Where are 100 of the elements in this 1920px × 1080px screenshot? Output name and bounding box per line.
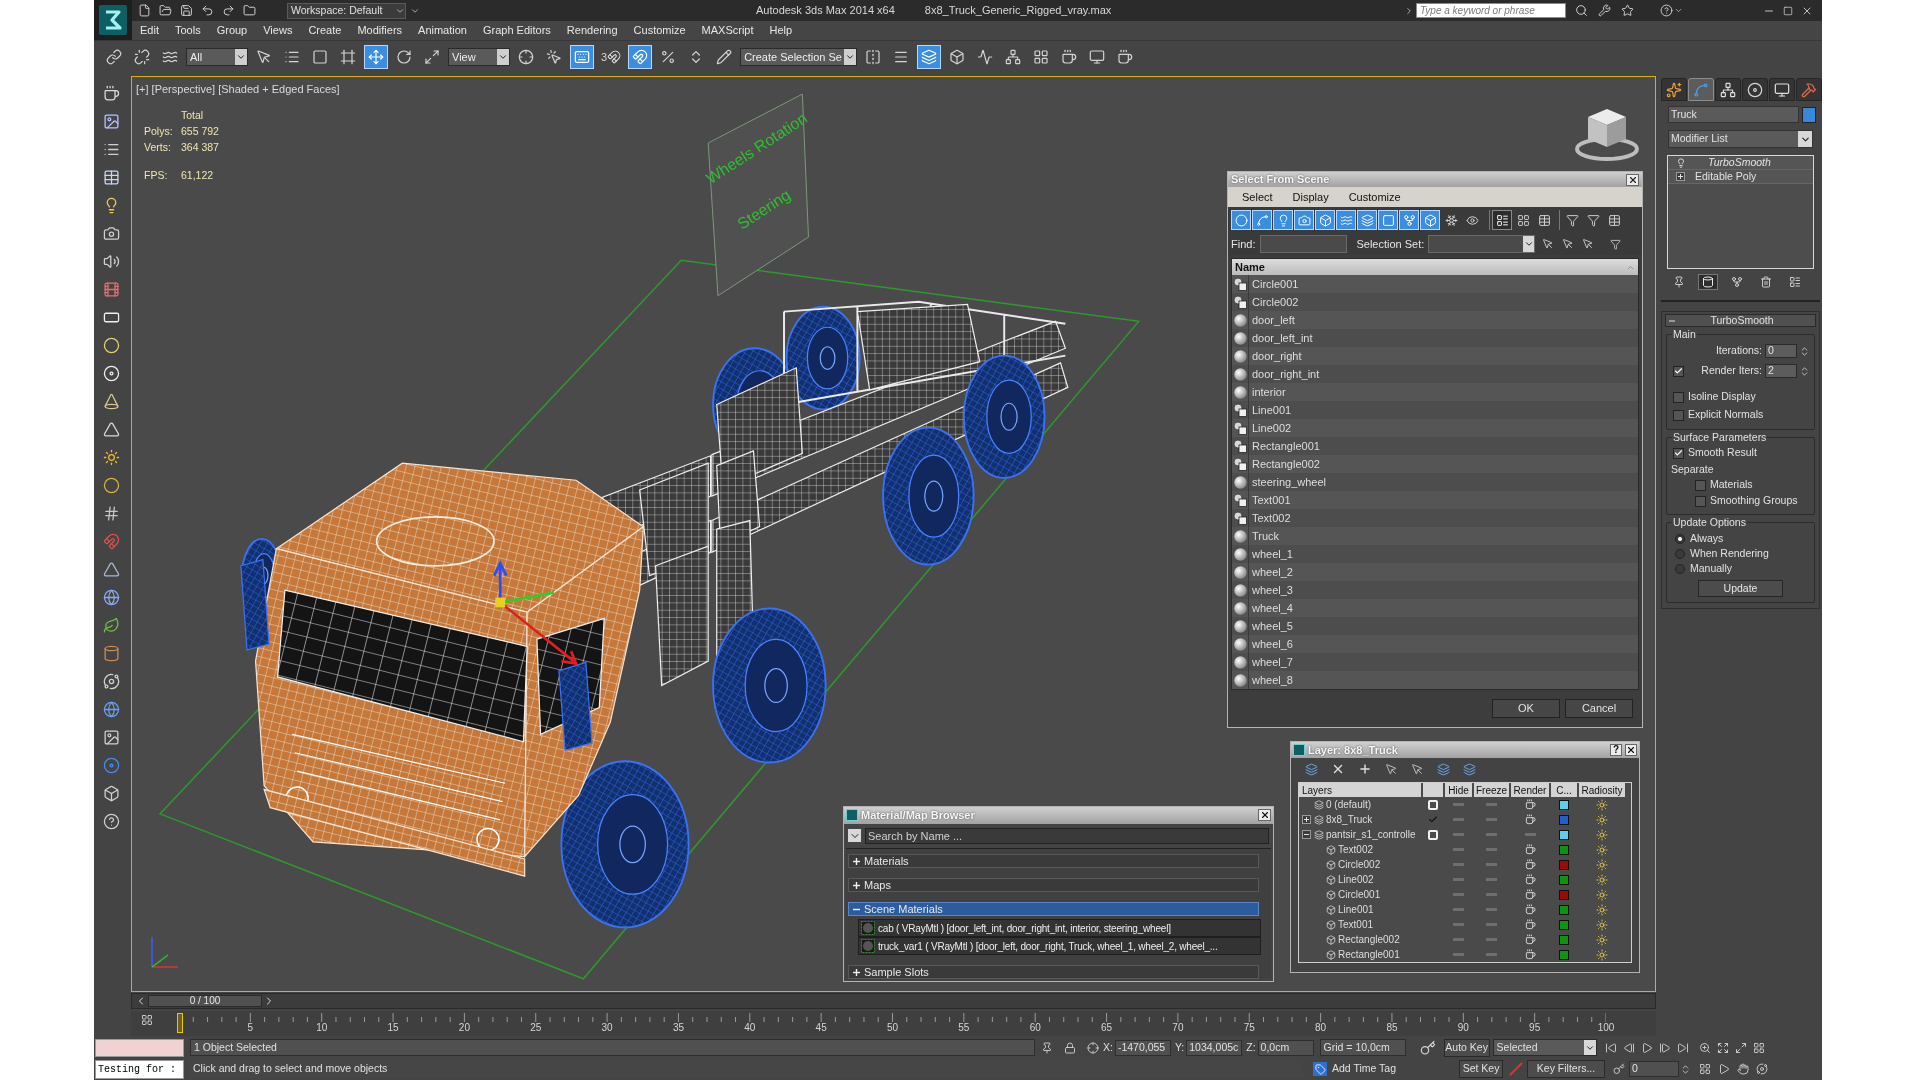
help-icon[interactable] [103,813,120,830]
cross-icon[interactable] [1331,762,1345,776]
selection-set-dropdown[interactable] [1428,235,1536,253]
mug-icon[interactable] [1524,874,1536,885]
column-header[interactable]: Name [1232,259,1638,275]
transform-gizmo-icon[interactable] [492,560,579,666]
sun-icon[interactable] [1596,813,1608,826]
material-list-item[interactable]: cab ( VRayMtl ) [door_left_int, door_right_int, interior, steering_wheel] [858,919,1261,937]
dialog-button[interactable]: Cancel [1565,699,1633,718]
current-layer-checkbox[interactable] [1428,814,1438,825]
close-icon[interactable] [1625,744,1637,756]
spinner-arrows-icon[interactable] [1799,345,1810,357]
text-plane[interactable] [707,93,809,297]
mug-icon[interactable] [1524,934,1536,945]
radio-button[interactable] [1675,563,1685,574]
modifier-stack-item[interactable]: TurboSmooth [1668,156,1813,170]
layer-color-swatch-icon[interactable] [1559,799,1569,810]
triangle-icon[interactable] [103,421,120,438]
skip-forward-icon[interactable] [1676,1041,1689,1054]
object-list-item[interactable]: wheel_8 [1232,671,1638,689]
spinner-field[interactable]: 2 [1765,364,1797,378]
sun-icon[interactable] [103,449,120,466]
help-button[interactable]: ? [1610,744,1622,756]
column-header[interactable]: Render [1511,783,1549,797]
rollout-header[interactable]: TurboSmooth [1665,314,1816,327]
layer-color-swatch-icon[interactable] [1559,874,1569,885]
mug-icon[interactable] [1524,859,1536,870]
checkbox[interactable] [1673,391,1684,403]
search-icon[interactable] [1575,4,1588,17]
object-list-item[interactable]: Rectangle002 [1232,455,1638,473]
mug-icon[interactable] [1524,799,1536,810]
auto-key-button[interactable]: Auto Key [1443,1038,1490,1057]
wrench-icon[interactable] [1598,4,1611,17]
caret-icon[interactable] [1674,6,1683,15]
list-icon[interactable] [1492,210,1512,230]
viewport-label[interactable]: [+] [Perspective] [Shaded + Edged Faces] [136,81,340,98]
move-icon[interactable] [364,45,388,69]
square-icon[interactable] [1378,210,1398,230]
layer-color-swatch-icon[interactable] [1559,949,1569,960]
sun-icon[interactable] [1596,798,1608,811]
layer-list-item[interactable]: Text002 [1326,842,1374,857]
column-header[interactable]: Hide [1445,783,1472,797]
sun-icon[interactable] [1596,873,1608,886]
menu-item[interactable]: Views [263,22,293,39]
cube-icon[interactable] [1420,210,1440,230]
play-icon[interactable] [1718,1063,1730,1075]
plus-icon[interactable] [1358,762,1372,776]
menu-caret-icon[interactable] [848,829,861,843]
help-icon[interactable] [1660,4,1673,17]
spinner-arrows-icon[interactable] [1680,1063,1691,1075]
checkbox[interactable] [1695,479,1706,491]
current-frame-marker[interactable] [177,1013,183,1033]
keyboard-icon[interactable] [570,45,594,69]
image-icon[interactable] [103,729,120,746]
mug-icon[interactable] [1524,919,1536,930]
object-list-item[interactable]: door_right [1232,347,1638,365]
sun-icon[interactable] [1596,843,1608,856]
checkbox[interactable] [1673,447,1684,459]
layer-color-swatch-icon[interactable] [1559,844,1569,855]
mug-icon[interactable] [103,85,120,102]
orbit-icon[interactable] [103,673,120,690]
coordinate-field[interactable]: 1034,005c [1186,1039,1243,1056]
layer-color-swatch-icon[interactable] [1559,889,1569,900]
menu-item[interactable]: MAXScript [701,22,754,39]
layer-color-swatch-icon[interactable] [1559,829,1569,840]
camera-icon[interactable] [103,225,120,242]
object-list-item[interactable]: wheel_6 [1232,635,1638,653]
object-list-item[interactable]: wheel_4 [1232,599,1638,617]
expand-icon[interactable] [1716,1041,1729,1054]
object-list-item[interactable]: Text001 [1232,491,1638,509]
redo-icon[interactable] [222,4,235,17]
panel-tab[interactable] [1769,78,1795,101]
coordinate-field[interactable]: 0,0cm [1257,1039,1314,1056]
menu-item[interactable]: Create [308,22,342,39]
menu-item[interactable]: Display [1292,188,1329,206]
menu-item[interactable]: Customize [633,22,686,39]
layer-list-item[interactable]: pantsir_s1_controlle [1314,827,1416,842]
cube-icon[interactable] [103,785,120,802]
grid-icon[interactable] [1699,1063,1711,1075]
key-mode-dropdown[interactable]: Selected [1492,1039,1597,1056]
browser-group-header[interactable]: Materials [848,854,1259,868]
grid-icon[interactable] [1752,1041,1765,1054]
sun-icon[interactable] [1596,888,1608,901]
close-icon[interactable] [1258,809,1271,822]
menu-item[interactable]: Group [216,22,248,39]
star-icon[interactable] [1621,4,1634,17]
object-list-item[interactable]: interior [1232,383,1638,401]
find-field[interactable] [1260,235,1348,253]
layer-list-item[interactable]: 8x8_Truck [1314,812,1373,827]
browser-group-header[interactable]: Sample Slots [848,965,1259,979]
layer-list-item[interactable]: 0 (default) [1314,797,1372,812]
image-icon[interactable] [103,113,120,130]
menu-item[interactable]: Modifiers [357,22,403,39]
menu-item[interactable]: Graph Editors [482,22,551,39]
add-time-tag-button[interactable]: Add Time Tag [1330,1060,1398,1078]
time-slider-track[interactable]: 0 / 100 [131,993,1656,1009]
key-icon[interactable] [1419,1039,1436,1056]
sun-icon[interactable] [1596,948,1608,961]
menu-item[interactable]: Animation [418,22,467,39]
layer-list-item[interactable]: Text001 [1326,917,1374,932]
